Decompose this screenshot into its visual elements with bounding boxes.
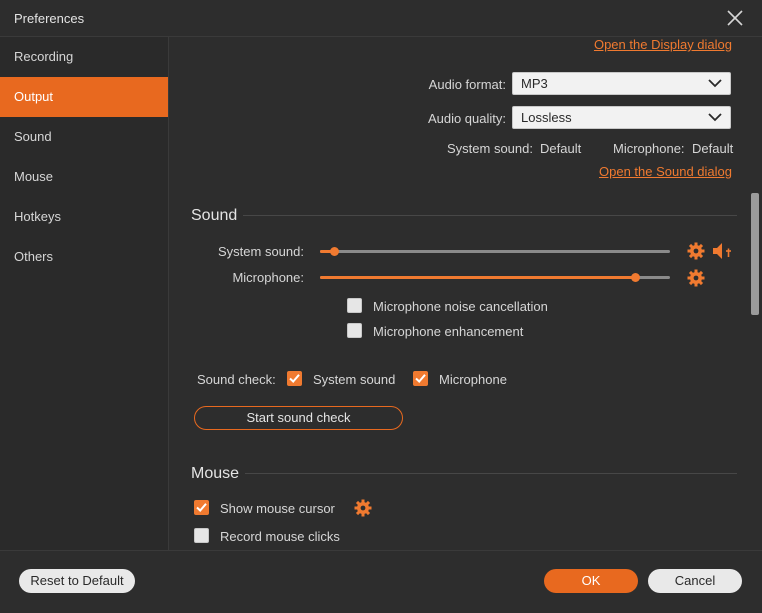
sidebar-item-hotkeys[interactable]: Hotkeys bbox=[0, 197, 168, 237]
chevron-down-icon bbox=[708, 79, 722, 88]
reset-to-default-button[interactable]: Reset to Default bbox=[19, 569, 135, 593]
show-mouse-cursor-checkbox[interactable] bbox=[194, 500, 209, 515]
sidebar-item-output[interactable]: Output bbox=[0, 77, 168, 117]
record-mouse-clicks-checkbox[interactable] bbox=[194, 528, 209, 543]
output-microphone-value: Default bbox=[692, 141, 734, 156]
sound-system-label: System sound: bbox=[218, 244, 304, 259]
audio-format-value: MP3 bbox=[521, 76, 548, 91]
noise-cancellation-label: Microphone noise cancellation bbox=[373, 299, 548, 314]
chevron-down-icon bbox=[708, 113, 722, 122]
system-sound-slider[interactable] bbox=[320, 247, 670, 256]
cancel-button[interactable]: Cancel bbox=[648, 569, 742, 593]
settings-panel: Open the Display dialog Audio format: MP… bbox=[170, 37, 762, 550]
sidebar-item-mouse[interactable]: Mouse bbox=[0, 157, 168, 197]
sidebar-item-sound[interactable]: Sound bbox=[0, 117, 168, 157]
mic-enhancement-label: Microphone enhancement bbox=[373, 324, 524, 339]
mic-enhancement-checkbox[interactable] bbox=[347, 323, 362, 338]
slider-thumb[interactable] bbox=[330, 247, 339, 256]
close-icon[interactable] bbox=[726, 9, 744, 27]
microphone-settings-gear-icon[interactable] bbox=[687, 269, 705, 287]
mouse-cursor-settings-gear-icon[interactable] bbox=[354, 499, 372, 517]
slider-thumb[interactable] bbox=[631, 273, 640, 282]
open-sound-dialog-link[interactable]: Open the Sound dialog bbox=[599, 164, 732, 179]
show-mouse-cursor-label: Show mouse cursor bbox=[220, 501, 335, 516]
audio-format-label: Audio format: bbox=[428, 77, 506, 92]
slider-fill bbox=[320, 276, 635, 279]
sidebar-item-recording[interactable]: Recording bbox=[0, 37, 168, 77]
sound-check-label: Sound check: bbox=[197, 372, 276, 387]
scrollbar-thumb[interactable] bbox=[751, 193, 759, 315]
audio-quality-select[interactable]: Lossless bbox=[512, 106, 731, 129]
start-sound-check-button[interactable]: Start sound check bbox=[194, 406, 403, 430]
noise-cancellation-checkbox[interactable] bbox=[347, 298, 362, 313]
title-bar: Preferences bbox=[0, 0, 762, 37]
output-system-sound-value: Default bbox=[540, 141, 582, 156]
sidebar: Recording Output Sound Mouse Hotkeys Oth… bbox=[0, 37, 169, 550]
sound-section-title: Sound bbox=[191, 207, 238, 224]
system-sound-settings-gear-icon[interactable] bbox=[687, 242, 705, 260]
sound-check-mic-checkbox[interactable] bbox=[413, 371, 428, 386]
open-display-dialog-link[interactable]: Open the Display dialog bbox=[594, 37, 732, 52]
output-microphone-label: Microphone: bbox=[613, 141, 685, 156]
window-title: Preferences bbox=[14, 11, 85, 26]
audio-quality-value: Lossless bbox=[521, 110, 572, 125]
mouse-section-title: Mouse bbox=[191, 465, 240, 482]
sound-microphone-label: Microphone: bbox=[232, 270, 304, 285]
checkmark-icon bbox=[289, 374, 300, 383]
dialog-footer: Reset to Default OK Cancel bbox=[0, 550, 762, 613]
output-system-sound-label: System sound: bbox=[447, 141, 533, 156]
section-divider bbox=[245, 473, 737, 474]
section-divider bbox=[243, 215, 737, 216]
sound-check-system-label: System sound bbox=[313, 372, 396, 387]
microphone-slider[interactable] bbox=[320, 273, 670, 282]
audio-quality-label: Audio quality: bbox=[427, 111, 506, 126]
ok-button[interactable]: OK bbox=[544, 569, 638, 593]
sound-check-mic-label: Microphone bbox=[439, 372, 507, 387]
checkmark-icon bbox=[196, 503, 207, 512]
audio-format-select[interactable]: MP3 bbox=[512, 72, 731, 95]
checkmark-icon bbox=[415, 374, 426, 383]
speaker-volume-icon[interactable] bbox=[712, 242, 732, 260]
sound-check-system-checkbox[interactable] bbox=[287, 371, 302, 386]
record-mouse-clicks-label: Record mouse clicks bbox=[220, 529, 340, 544]
sidebar-item-others[interactable]: Others bbox=[0, 237, 168, 277]
